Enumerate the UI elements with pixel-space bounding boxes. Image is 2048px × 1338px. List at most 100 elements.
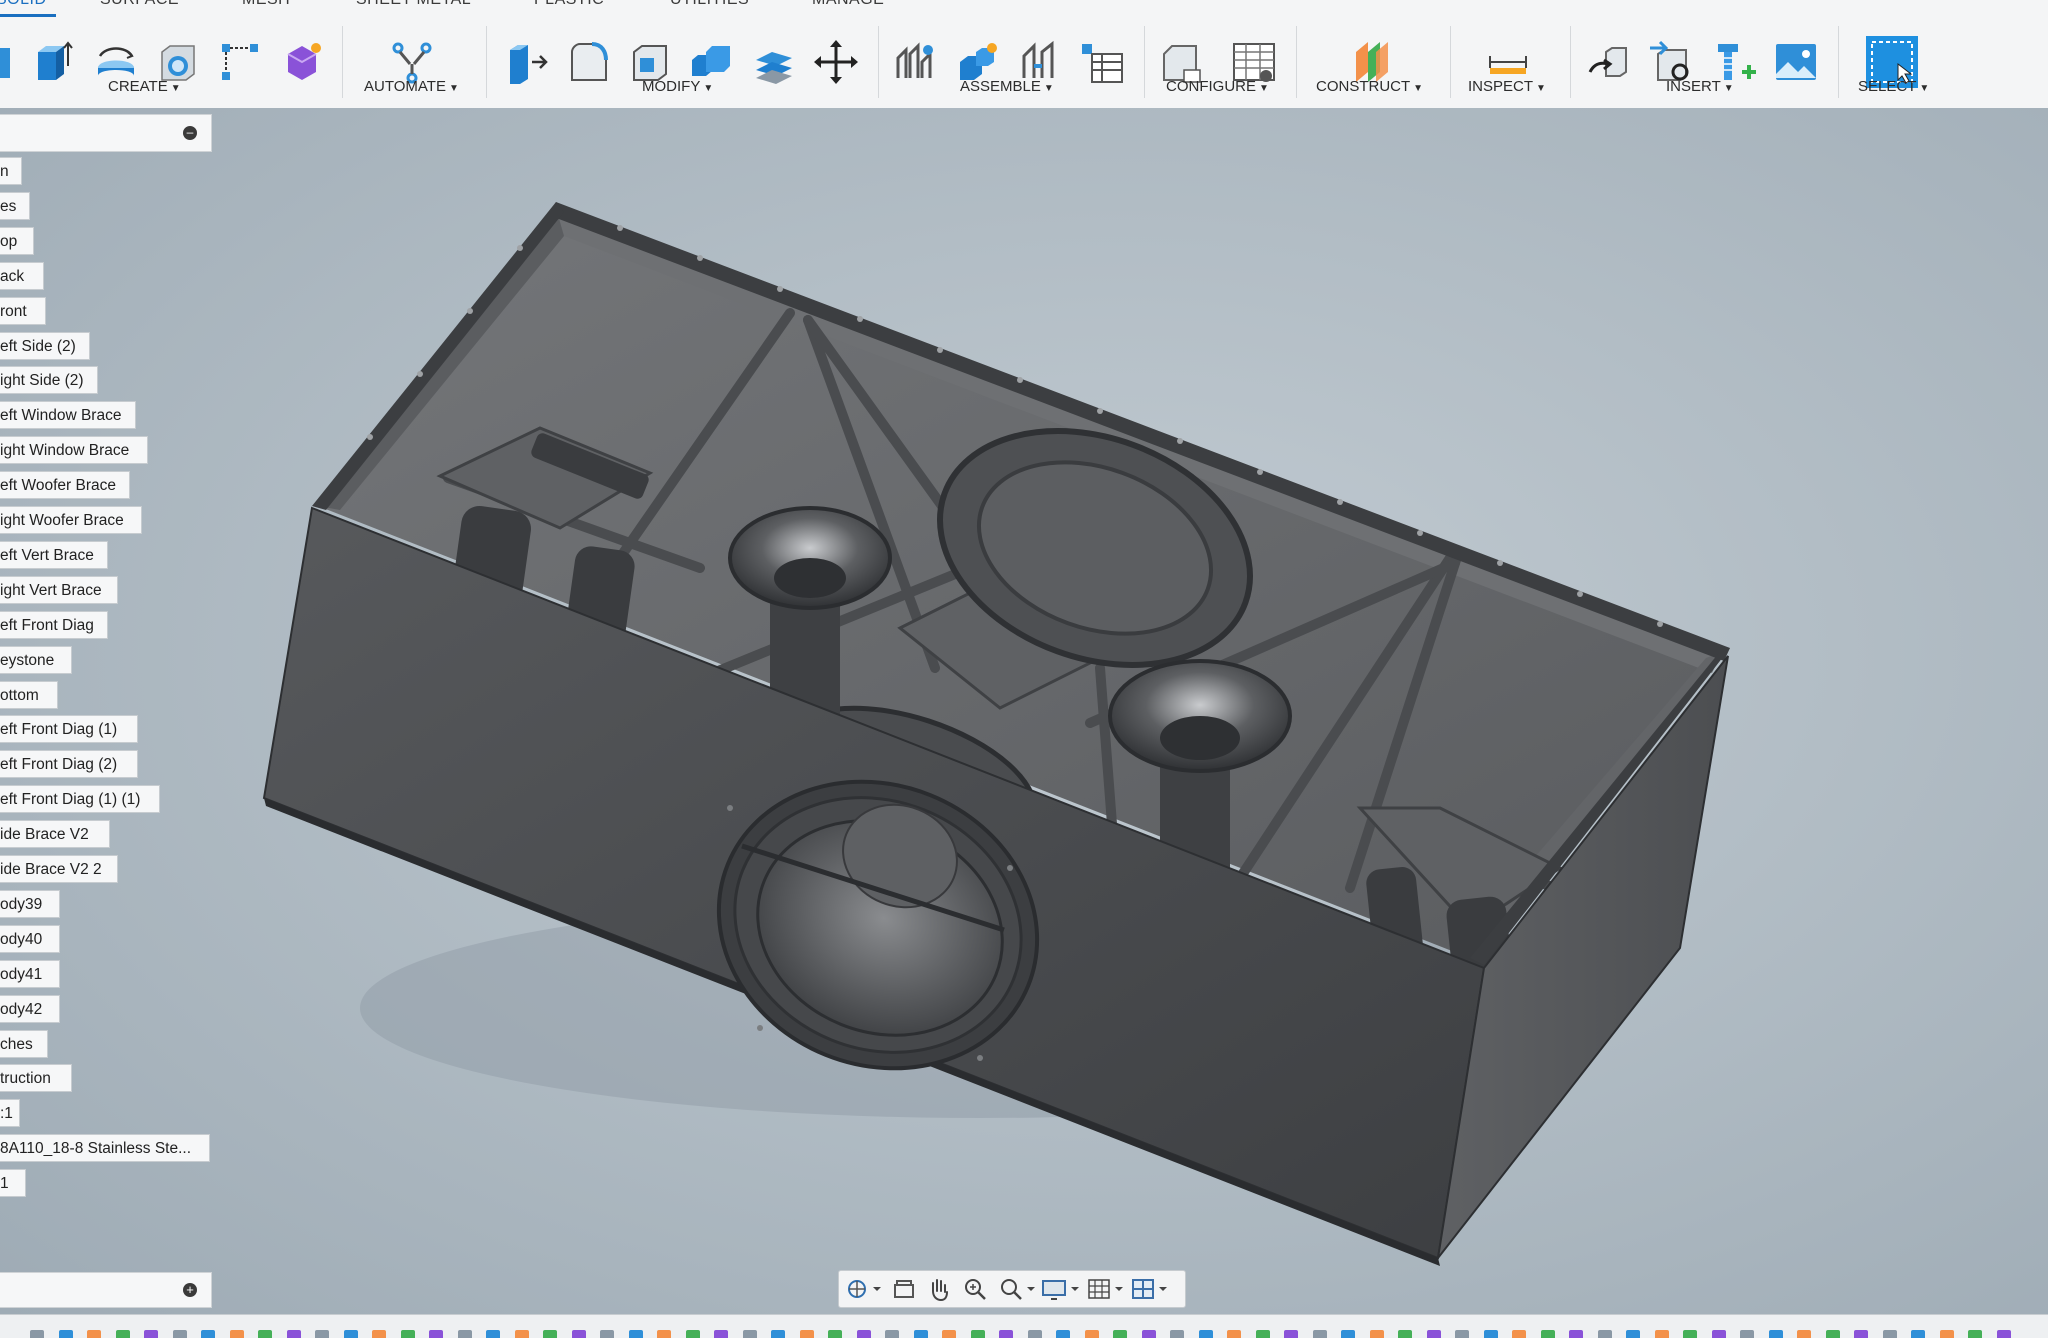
- browser-item[interactable]: ody41: [0, 959, 60, 988]
- timeline-feature[interactable]: [343, 1330, 358, 1338]
- timeline-feature[interactable]: [1939, 1330, 1954, 1338]
- timeline-feature[interactable]: [1882, 1330, 1897, 1338]
- browser-item[interactable]: ide Brace V2 2: [0, 855, 118, 883]
- timeline-feature[interactable]: [828, 1330, 842, 1338]
- timeline-feature[interactable]: [1683, 1330, 1697, 1338]
- press-pull-icon[interactable]: [502, 38, 550, 86]
- timeline-feature[interactable]: [1170, 1330, 1184, 1338]
- timeline-feature[interactable]: [970, 1330, 985, 1338]
- viewports-icon[interactable]: [1129, 1275, 1171, 1303]
- expand-icon[interactable]: +: [183, 1283, 197, 1297]
- browser-item[interactable]: n: [0, 157, 22, 185]
- timeline-feature[interactable]: [999, 1330, 1013, 1338]
- timeline-feature[interactable]: [1854, 1330, 1868, 1338]
- browser-item[interactable]: eft Front Diag (1): [0, 715, 138, 744]
- timeline-feature[interactable]: [1227, 1330, 1241, 1338]
- timeline-feature[interactable]: [1398, 1330, 1412, 1338]
- timeline-feature[interactable]: [1996, 1330, 2011, 1338]
- browser-item[interactable]: eft Window Brace: [0, 401, 136, 430]
- timeline-feature[interactable]: [571, 1330, 586, 1338]
- timeline-feature[interactable]: [1483, 1330, 1498, 1338]
- insert-menu[interactable]: INSERT ▼: [1666, 78, 1734, 95]
- modify-menu[interactable]: MODIFY ▼: [642, 78, 713, 95]
- timeline-feature[interactable]: [30, 1330, 44, 1338]
- browser-item[interactable]: eft Woofer Brace: [0, 471, 130, 500]
- display-settings-icon[interactable]: [1039, 1275, 1081, 1303]
- timeline-feature[interactable]: [1341, 1330, 1355, 1338]
- browser-item[interactable]: ottom: [0, 680, 58, 709]
- timeline-feature[interactable]: [1084, 1330, 1099, 1338]
- insert-canvas-icon[interactable]: [1772, 38, 1820, 86]
- timeline-feature[interactable]: [1512, 1330, 1526, 1338]
- timeline-feature[interactable]: [457, 1330, 472, 1338]
- timeline-feature[interactable]: [1426, 1330, 1441, 1338]
- browser-item[interactable]: ight Side (2): [0, 366, 98, 395]
- pan-hand-icon[interactable]: [923, 1275, 957, 1303]
- timeline-feature[interactable]: [1768, 1330, 1783, 1338]
- browser-panel-header[interactable]: –: [0, 114, 212, 152]
- timeline[interactable]: [0, 1314, 2048, 1338]
- timeline-feature[interactable]: [1740, 1330, 1754, 1338]
- timeline-feature[interactable]: [771, 1330, 785, 1338]
- timeline-feature[interactable]: [372, 1330, 386, 1338]
- timeline-feature[interactable]: [799, 1330, 814, 1338]
- insert-derive-icon[interactable]: [1586, 38, 1634, 86]
- speaker-box-model[interactable]: [0, 108, 2048, 1314]
- bill-of-materials-icon[interactable]: [1078, 38, 1126, 86]
- timeline-feature[interactable]: [315, 1330, 329, 1338]
- browser-item[interactable]: :1: [0, 1099, 20, 1128]
- collapse-icon[interactable]: –: [183, 126, 197, 140]
- canvas-viewport[interactable]: [0, 108, 2048, 1314]
- move-copy-icon[interactable]: [812, 38, 860, 86]
- timeline-feature[interactable]: [201, 1330, 215, 1338]
- timeline-feature[interactable]: [87, 1330, 101, 1338]
- timeline-feature[interactable]: [429, 1330, 443, 1338]
- tab-surface[interactable]: SURFACE: [100, 0, 179, 9]
- timeline-feature[interactable]: [1027, 1330, 1042, 1338]
- offset-face-icon[interactable]: [750, 38, 798, 86]
- select-menu[interactable]: SELECT ▼: [1858, 78, 1929, 95]
- timeline-feature[interactable]: [657, 1330, 671, 1338]
- timeline-feature[interactable]: [1911, 1330, 1925, 1338]
- configure-menu[interactable]: CONFIGURE ▼: [1166, 78, 1269, 95]
- timeline-feature[interactable]: [229, 1330, 244, 1338]
- timeline-feature[interactable]: [486, 1330, 500, 1338]
- browser-item[interactable]: eft Front Diag (1) (1): [0, 785, 160, 814]
- browser-item[interactable]: eft Vert Brace: [0, 540, 108, 569]
- tab-manage[interactable]: MANAGE: [812, 0, 884, 9]
- browser-item[interactable]: eft Side (2): [0, 331, 90, 360]
- timeline-feature[interactable]: [856, 1330, 871, 1338]
- zoom-window-icon[interactable]: [995, 1275, 1037, 1303]
- timeline-feature[interactable]: [58, 1330, 73, 1338]
- timeline-feature[interactable]: [1711, 1330, 1726, 1338]
- timeline-feature[interactable]: [628, 1330, 643, 1338]
- timeline-feature[interactable]: [543, 1330, 557, 1338]
- timeline-feature[interactable]: [742, 1330, 757, 1338]
- inspect-menu[interactable]: INSPECT ▼: [1468, 78, 1546, 95]
- timeline-feature[interactable]: [172, 1330, 187, 1338]
- timeline-feature[interactable]: [286, 1330, 301, 1338]
- browser-item[interactable]: 8A110_18-8 Stainless Ste...: [0, 1134, 210, 1163]
- browser-item[interactable]: ody42: [0, 994, 60, 1023]
- timeline-feature[interactable]: [1056, 1330, 1070, 1338]
- browser-item[interactable]: eystone: [0, 645, 72, 674]
- timeline-feature[interactable]: [1255, 1330, 1270, 1338]
- timeline-feature[interactable]: [1654, 1330, 1669, 1338]
- timeline-feature[interactable]: [258, 1330, 272, 1338]
- timeline-feature[interactable]: [1569, 1330, 1583, 1338]
- new-component-icon[interactable]: [0, 38, 20, 86]
- zoom-icon[interactable]: [959, 1275, 993, 1303]
- timeline-feature[interactable]: [942, 1330, 956, 1338]
- assemble-menu[interactable]: ASSEMBLE ▼: [960, 78, 1054, 95]
- tab-solid[interactable]: SOLID: [0, 0, 47, 9]
- timeline-feature[interactable]: [1455, 1330, 1469, 1338]
- create-form-icon[interactable]: [278, 38, 326, 86]
- browser-item[interactable]: ody40: [0, 924, 60, 953]
- extrude-icon[interactable]: [30, 38, 78, 86]
- joint-icon[interactable]: [892, 38, 940, 86]
- look-at-icon[interactable]: [887, 1275, 921, 1303]
- timeline-feature[interactable]: [885, 1330, 899, 1338]
- pattern-icon[interactable]: [216, 38, 264, 86]
- browser-item[interactable]: op: [0, 226, 34, 255]
- timeline-feature[interactable]: [400, 1330, 415, 1338]
